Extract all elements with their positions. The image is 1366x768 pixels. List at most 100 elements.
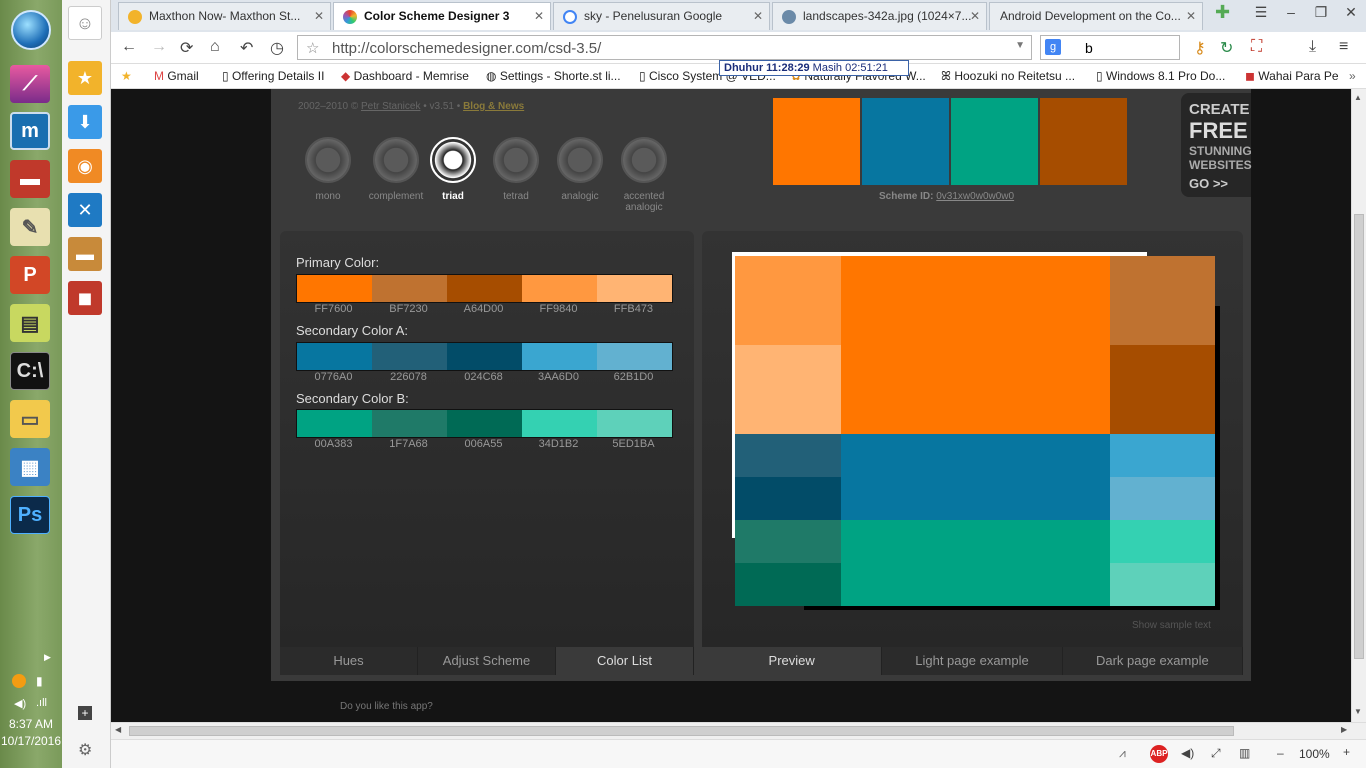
tab-android-development[interactable]: Android Development on the Co... ✕: [989, 2, 1203, 30]
scroll-down-icon[interactable]: ▼: [1354, 707, 1362, 716]
photoshop-icon[interactable]: Ps: [10, 496, 50, 534]
tab-google-search[interactable]: sky - Penelusuran Google ✕: [553, 2, 770, 30]
close-tab-icon[interactable]: ✕: [534, 9, 544, 23]
color-swatch[interactable]: [597, 275, 672, 302]
color-swatch[interactable]: [597, 343, 672, 370]
back-icon[interactable]: ←: [121, 38, 137, 56]
color-swatch[interactable]: [597, 410, 672, 437]
horizontal-scrollbar[interactable]: ◀ ▶: [111, 722, 1366, 739]
bookmark-memrise[interactable]: ◆ Dashboard - Memrise: [341, 69, 469, 83]
scroll-up-icon[interactable]: ▲: [1354, 93, 1362, 102]
vertical-scrollbar[interactable]: ▲ ▼: [1351, 89, 1366, 722]
search-input[interactable]: g b: [1040, 35, 1180, 60]
color-swatch[interactable]: [447, 275, 522, 302]
scheme-id-link[interactable]: 0v31xw0w0w0w0: [936, 191, 1014, 202]
scheme-swatch-secondary-b[interactable]: [951, 98, 1038, 185]
close-tab-icon[interactable]: ✕: [753, 9, 763, 23]
color-swatch[interactable]: [297, 410, 372, 437]
scroll-right-icon[interactable]: ▶: [1341, 725, 1347, 734]
sound-icon[interactable]: ◀): [1181, 746, 1194, 760]
color-swatch[interactable]: [297, 343, 372, 370]
new-tab-icon[interactable]: ✚: [1215, 2, 1230, 23]
zoom-out-icon[interactable]: –: [1277, 746, 1284, 760]
mode-complement[interactable]: complement: [364, 137, 428, 202]
close-tab-icon[interactable]: ✕: [1186, 9, 1196, 23]
show-hidden-icons-icon[interactable]: ▶: [44, 652, 51, 663]
notepad-icon[interactable]: ✎: [10, 208, 50, 246]
downloads-icon[interactable]: ⤓: [1309, 38, 1316, 56]
mode-analogic[interactable]: analogic: [548, 137, 612, 202]
color-swatch[interactable]: [372, 410, 447, 437]
color-swatch[interactable]: [447, 343, 522, 370]
app-icon-pinned[interactable]: ⟋: [10, 65, 50, 103]
activity-icon[interactable]: ⩘: [1119, 746, 1126, 761]
add-sidebar-icon[interactable]: +: [78, 706, 92, 720]
tab-dark-page-example[interactable]: Dark page example: [1062, 647, 1243, 675]
system-clock[interactable]: 8:37 AM 10/17/2016: [0, 716, 62, 750]
bookmark-shortest[interactable]: ◍ Settings - Shorte.st li...: [486, 69, 621, 83]
dropdown-icon[interactable]: ▼: [1015, 40, 1025, 51]
tray-device-icon[interactable]: ▮: [36, 674, 43, 688]
adblock-icon[interactable]: ⛶: [1251, 38, 1262, 56]
tab-color-list[interactable]: Color List: [556, 647, 694, 675]
settings-gear-icon[interactable]: ⚙: [78, 740, 92, 760]
volume-icon[interactable]: ◀): [14, 697, 26, 710]
file-explorer-icon[interactable]: ▭: [10, 400, 50, 438]
undo-icon[interactable]: ↶: [240, 38, 253, 58]
tray-app-icon[interactable]: [12, 674, 26, 688]
bookmark-hoozuki[interactable]: ꕤ Hoozuki no Reitetsu ...: [941, 69, 1075, 84]
color-swatch[interactable]: [522, 343, 597, 370]
main-menu-icon[interactable]: ≡: [1339, 38, 1348, 56]
mode-accented-analogic[interactable]: accented analogic: [612, 137, 676, 213]
bookmark-wahai[interactable]: ◼ Wahai Para Pe: [1245, 69, 1339, 83]
download-icon[interactable]: ⬇: [68, 105, 102, 139]
zoom-level[interactable]: 100%: [1299, 747, 1330, 761]
sync-icon[interactable]: ↻: [1220, 38, 1233, 58]
color-swatch[interactable]: [522, 410, 597, 437]
color-swatch[interactable]: [522, 275, 597, 302]
signal-icon[interactable]: .ıll: [36, 697, 47, 709]
blog-link[interactable]: Blog & News: [463, 101, 524, 112]
color-swatch[interactable]: [297, 275, 372, 302]
tab-maxthon-now[interactable]: Maxthon Now- Maxthon St... ✕: [118, 2, 331, 30]
color-swatch[interactable]: [447, 410, 522, 437]
tab-hues[interactable]: Hues: [280, 647, 418, 675]
mode-mono[interactable]: mono: [296, 137, 360, 202]
command-prompt-icon[interactable]: C:\: [10, 352, 50, 390]
fullscreen-icon[interactable]: ⤢: [1211, 746, 1221, 761]
sticky-notes-icon[interactable]: ▤: [10, 304, 50, 342]
reload-icon[interactable]: ⟳: [180, 38, 193, 58]
tab-preview[interactable]: Preview: [702, 647, 883, 675]
color-swatch[interactable]: [372, 343, 447, 370]
scroll-thumb[interactable]: [1354, 214, 1364, 659]
game-icon[interactable]: ◼: [68, 281, 102, 315]
home-icon[interactable]: ⌂: [210, 38, 220, 56]
tools-icon[interactable]: ✕: [68, 193, 102, 227]
mode-tetrad[interactable]: tetrad: [484, 137, 548, 202]
tab-light-page-example[interactable]: Light page example: [882, 647, 1063, 675]
bookmark-offering-details[interactable]: ▯ Offering Details II: [222, 69, 324, 83]
book-icon[interactable]: ▬: [10, 160, 50, 198]
more-bookmarks-icon[interactable]: »: [1349, 69, 1356, 83]
scheme-swatch-complement[interactable]: [1040, 98, 1127, 185]
star-icon[interactable]: ☆: [306, 39, 319, 57]
favorites-star-icon[interactable]: ★: [68, 61, 102, 95]
scroll-thumb-horizontal[interactable]: [129, 726, 1234, 736]
smiley-icon[interactable]: ☺: [68, 6, 102, 40]
scheme-swatch-secondary-a[interactable]: [862, 98, 949, 185]
close-window-icon[interactable]: ✕: [1336, 0, 1366, 26]
start-button[interactable]: [11, 10, 51, 50]
restore-icon[interactable]: ❐: [1306, 0, 1336, 26]
bookmark-windows81[interactable]: ▯ Windows 8.1 Pro Do...: [1096, 69, 1225, 83]
ad-go-link[interactable]: GO >>: [1189, 176, 1251, 191]
show-sample-text-link[interactable]: Show sample text: [1132, 620, 1211, 631]
forward-icon[interactable]: →: [151, 38, 167, 56]
menu-icon[interactable]: ☰: [1246, 0, 1276, 26]
tab-landscape-image[interactable]: landscapes-342a.jpg (1024×7... ✕: [772, 2, 987, 30]
google-search-icon[interactable]: g: [1045, 39, 1061, 55]
adblock-plus-icon[interactable]: ABP: [1150, 745, 1168, 763]
scheme-swatch-primary[interactable]: [773, 98, 860, 185]
bookmark-star-icon[interactable]: ★: [121, 69, 132, 83]
rss-icon[interactable]: ◉: [68, 149, 102, 183]
color-swatch[interactable]: [372, 275, 447, 302]
